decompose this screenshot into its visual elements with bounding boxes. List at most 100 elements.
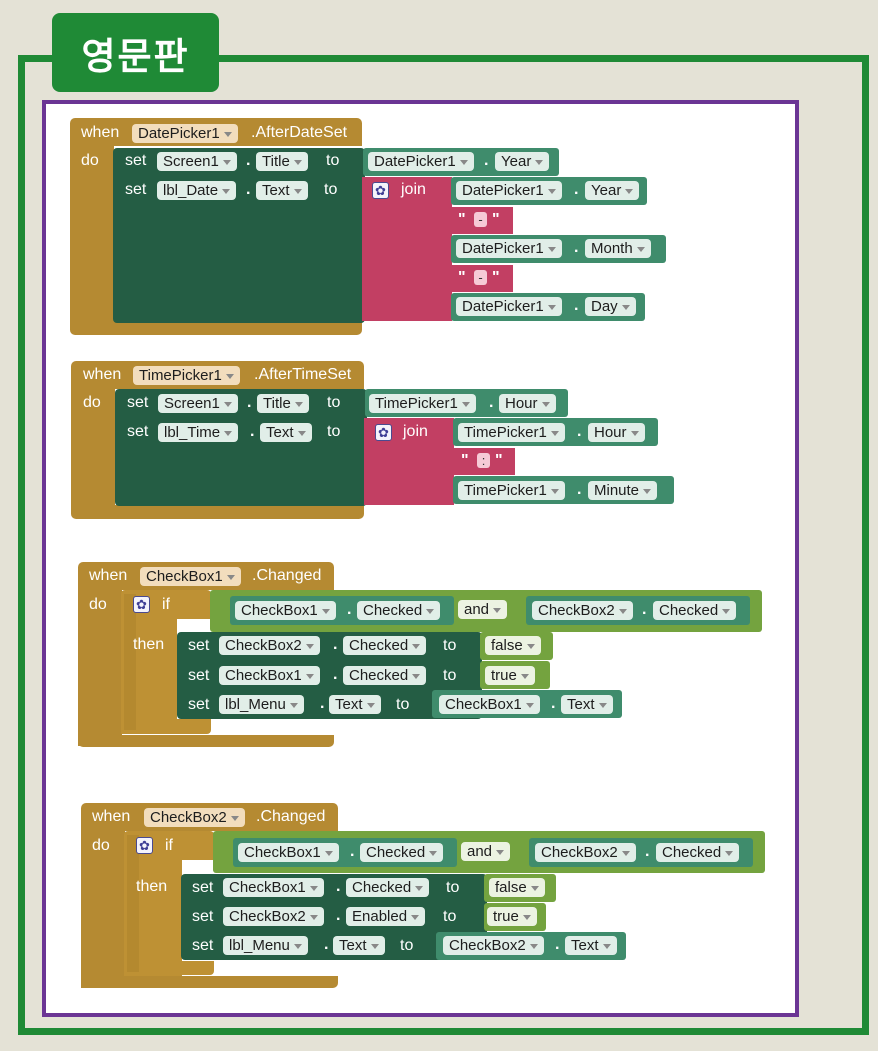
close-quote: "	[492, 211, 500, 228]
dot-separator: .	[347, 601, 352, 618]
dot-separator: .	[336, 878, 341, 895]
getter-component-dropdown[interactable]: DatePicker1	[456, 181, 562, 200]
getter-property-dropdown[interactable]: Year	[585, 181, 640, 200]
event-component-dropdown[interactable]: DatePicker1	[132, 124, 238, 143]
open-quote: "	[458, 211, 466, 228]
getter-component-dropdown[interactable]: DatePicker1	[456, 239, 562, 258]
logic-operator-dropdown[interactable]: and	[461, 842, 511, 861]
string-value[interactable]: -	[474, 212, 487, 227]
getter-property-dropdown[interactable]: Month	[585, 239, 651, 258]
getter-component-dropdown[interactable]: TimePicker1	[458, 423, 565, 442]
set-property-dropdown[interactable]: Checked	[343, 636, 427, 655]
open-quote: "	[458, 269, 466, 286]
do-label: do	[83, 394, 101, 411]
getter-property-dropdown[interactable]: Text	[561, 695, 613, 714]
set-label: set	[188, 696, 210, 713]
string-value[interactable]: -	[474, 270, 487, 285]
logic-operator-dropdown[interactable]: and	[458, 600, 508, 619]
set-component-dropdown[interactable]: CheckBox1	[223, 878, 324, 897]
boolean-dropdown[interactable]: false	[489, 878, 545, 897]
set-component-dropdown[interactable]: lbl_Date	[157, 181, 237, 200]
set-component-dropdown[interactable]: Screen1	[158, 394, 238, 413]
event-name-label: .AfterDateSet	[251, 124, 348, 141]
getter-component-dropdown[interactable]: TimePicker1	[369, 394, 476, 413]
getter-property-dropdown[interactable]: Minute	[588, 481, 658, 500]
open-quote: "	[461, 452, 469, 469]
set-property-dropdown[interactable]: Title	[257, 394, 309, 413]
dot-separator: .	[246, 152, 251, 169]
getter-component-dropdown[interactable]: DatePicker1	[456, 297, 562, 316]
event-component-dropdown[interactable]: TimePicker1	[133, 366, 240, 385]
to-label: to	[446, 879, 460, 896]
getter-property-dropdown[interactable]: Text	[565, 936, 617, 955]
set-property-dropdown[interactable]: Text	[260, 423, 312, 442]
getter-component-dropdown[interactable]: TimePicker1	[458, 481, 565, 500]
gear-icon[interactable]: ✿	[375, 424, 392, 441]
dot-separator: .	[484, 152, 489, 169]
when-label: when	[89, 567, 128, 584]
getter-component-dropdown[interactable]: CheckBox1	[238, 843, 339, 862]
getter-component-dropdown[interactable]: CheckBox1	[235, 601, 336, 620]
set-component-dropdown[interactable]: lbl_Time	[158, 423, 239, 442]
gear-icon[interactable]: ✿	[372, 182, 389, 199]
set-property-dropdown[interactable]: Text	[329, 695, 381, 714]
getter-property-dropdown[interactable]: Hour	[499, 394, 556, 413]
to-label: to	[324, 181, 338, 198]
language-tab: 영문판	[52, 13, 219, 92]
event-component-dropdown[interactable]: CheckBox2	[144, 808, 245, 827]
set-component-dropdown[interactable]: CheckBox1	[219, 666, 320, 685]
to-label: to	[400, 937, 414, 954]
then-label: then	[136, 878, 168, 895]
getter-component-dropdown[interactable]: CheckBox2	[532, 601, 633, 620]
when-label: when	[83, 366, 122, 383]
gear-icon[interactable]: ✿	[133, 596, 150, 613]
set-component-dropdown[interactable]: lbl_Menu	[223, 936, 308, 955]
set-property-dropdown[interactable]: Title	[256, 152, 308, 171]
string-value[interactable]: :	[477, 453, 490, 468]
getter-component-dropdown[interactable]: CheckBox1	[439, 695, 540, 714]
set-label: set	[188, 637, 210, 654]
dot-separator: .	[577, 481, 582, 498]
gear-icon[interactable]: ✿	[136, 837, 153, 854]
set-label: set	[125, 152, 147, 169]
set-label: set	[125, 181, 147, 198]
getter-property-dropdown[interactable]: Hour	[588, 423, 645, 442]
event-name-label: .AfterTimeSet	[254, 366, 352, 383]
set-property-dropdown[interactable]: Text	[256, 181, 308, 200]
boolean-dropdown[interactable]: false	[485, 636, 541, 655]
set-component-dropdown[interactable]: CheckBox2	[223, 907, 324, 926]
event-component-dropdown[interactable]: CheckBox1	[140, 567, 241, 586]
boolean-dropdown[interactable]: true	[485, 666, 535, 685]
set-component-dropdown[interactable]: Screen1	[157, 152, 237, 171]
getter-property-dropdown[interactable]: Checked	[357, 601, 441, 620]
set-label: set	[192, 937, 214, 954]
close-quote: "	[492, 269, 500, 286]
if-label: if	[162, 596, 170, 613]
dot-separator: .	[551, 695, 556, 712]
getter-property-dropdown[interactable]: Checked	[656, 843, 740, 862]
getter-property-dropdown[interactable]: Day	[585, 297, 636, 316]
dot-separator: .	[489, 394, 494, 411]
boolean-dropdown[interactable]: true	[487, 907, 537, 926]
getter-property-dropdown[interactable]: Checked	[653, 601, 737, 620]
set-property-dropdown[interactable]: Enabled	[346, 907, 426, 926]
set-label: set	[192, 879, 214, 896]
set-component-dropdown[interactable]: lbl_Menu	[219, 695, 304, 714]
dot-separator: .	[250, 423, 255, 440]
getter-component-dropdown[interactable]: CheckBox2	[443, 936, 544, 955]
getter-property-dropdown[interactable]: Checked	[360, 843, 444, 862]
set-property-dropdown[interactable]: Checked	[343, 666, 427, 685]
do-label: do	[81, 152, 99, 169]
getter-property-dropdown[interactable]: Year	[495, 152, 550, 171]
dot-separator: .	[247, 394, 252, 411]
to-label: to	[443, 667, 457, 684]
set-property-dropdown[interactable]: Text	[333, 936, 385, 955]
dot-separator: .	[320, 695, 325, 712]
to-label: to	[327, 423, 341, 440]
getter-component-dropdown[interactable]: DatePicker1	[368, 152, 474, 171]
set-label: set	[192, 908, 214, 925]
dot-separator: .	[574, 297, 579, 314]
getter-component-dropdown[interactable]: CheckBox2	[535, 843, 636, 862]
set-component-dropdown[interactable]: CheckBox2	[219, 636, 320, 655]
set-property-dropdown[interactable]: Checked	[346, 878, 430, 897]
